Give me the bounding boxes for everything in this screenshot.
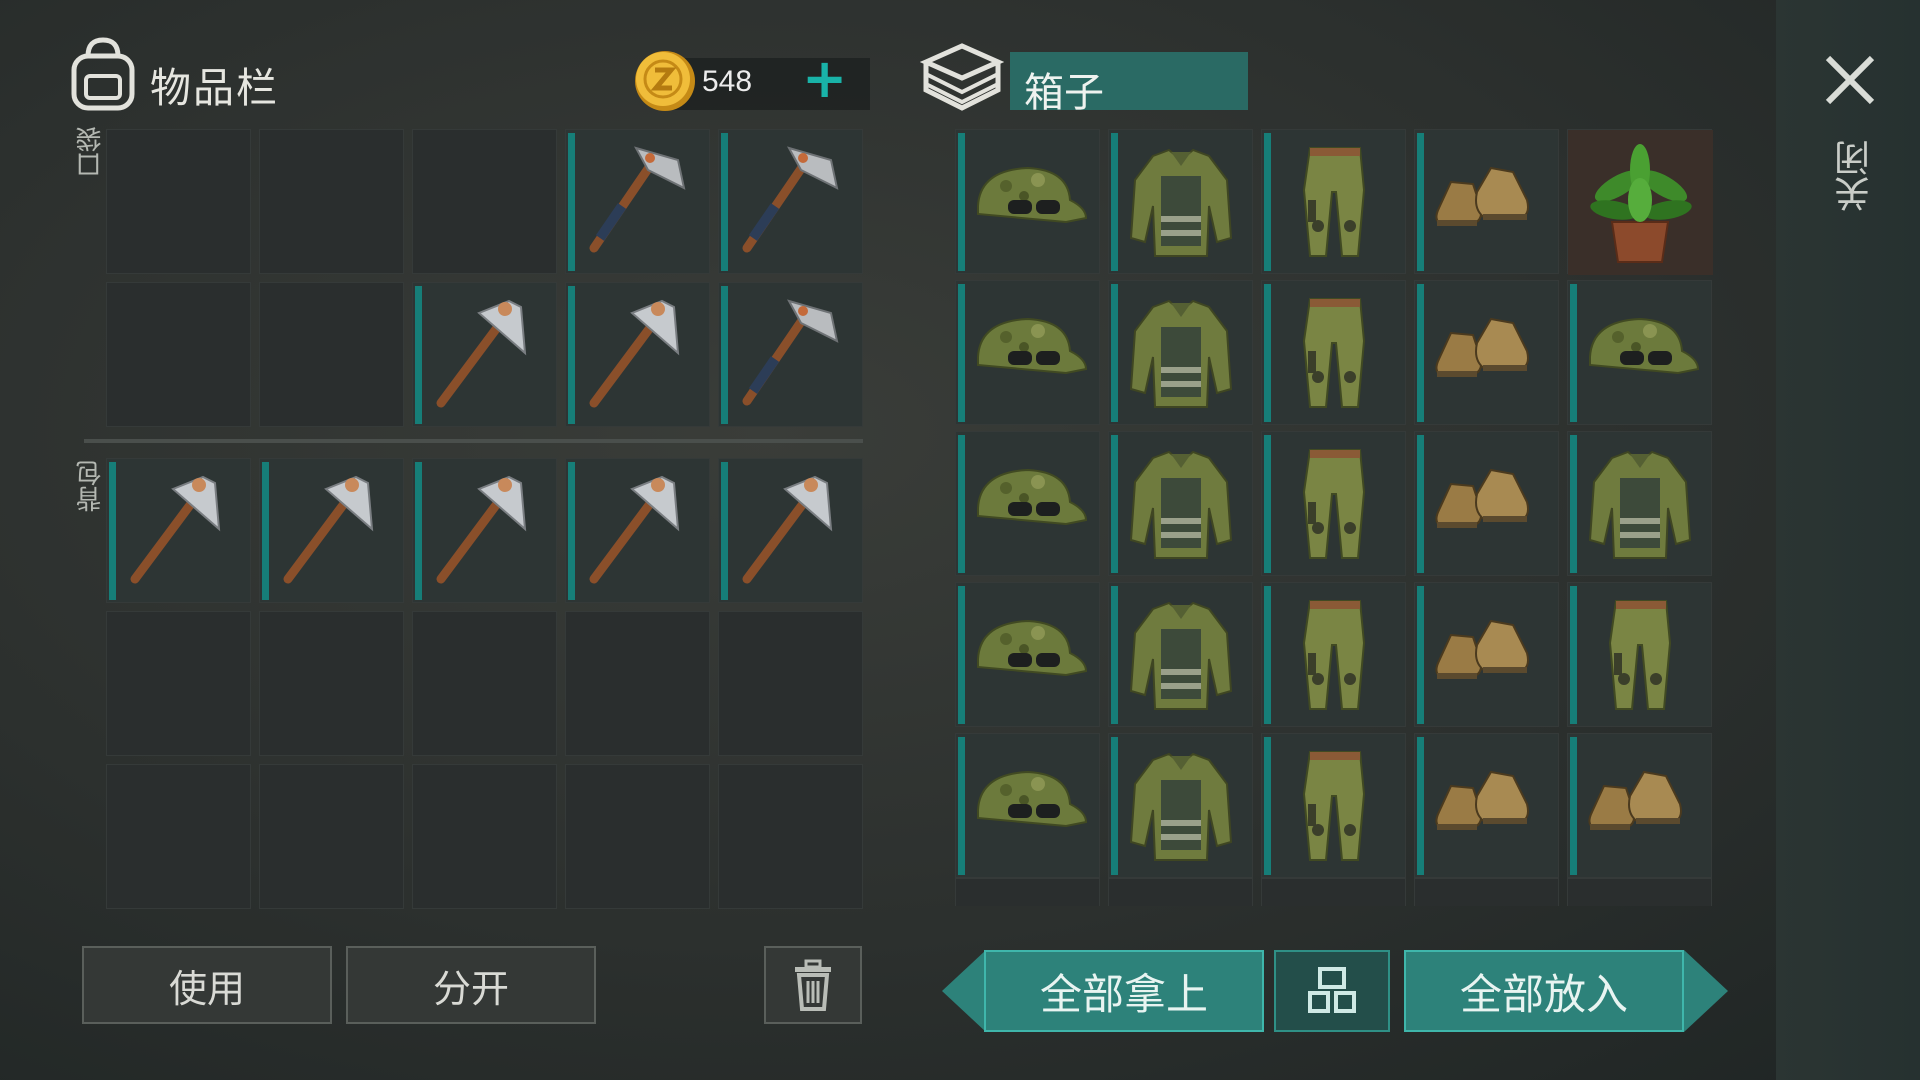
pocket-slot[interactable]: [718, 129, 863, 274]
pocket-slot[interactable]: [106, 282, 251, 427]
backpack-slot[interactable]: [412, 764, 557, 909]
box-slot[interactable]: [1108, 280, 1253, 425]
box-slot[interactable]: [1108, 582, 1253, 727]
box-slot[interactable]: [955, 733, 1100, 878]
box-slot[interactable]: [1261, 129, 1406, 274]
box-slot[interactable]: [1108, 733, 1253, 878]
section-divider: [84, 439, 863, 443]
close-label[interactable]: 关闭: [1830, 140, 1882, 212]
z-coin-icon: [635, 51, 695, 111]
backpack-slot[interactable]: [718, 611, 863, 756]
box-slot[interactable]: [1414, 280, 1559, 425]
pocket-slot[interactable]: [412, 282, 557, 427]
use-button[interactable]: 使用: [82, 946, 332, 1024]
add-currency-button[interactable]: +: [802, 52, 847, 106]
sort-button[interactable]: [1274, 950, 1390, 1032]
box-slot[interactable]: [1567, 582, 1712, 727]
pocket-slot[interactable]: [412, 129, 557, 274]
trash-icon: [795, 959, 831, 1011]
box-slot[interactable]: [1414, 582, 1559, 727]
box-slot[interactable]: [1414, 431, 1559, 576]
backpack-slot[interactable]: [106, 611, 251, 756]
trash-button[interactable]: [764, 946, 862, 1024]
box-slot[interactable]: [1414, 129, 1559, 274]
backpack-slot[interactable]: [412, 458, 557, 603]
pocket-slot[interactable]: [565, 282, 710, 427]
grid-sort-icon: [1308, 967, 1356, 1013]
box-slot[interactable]: [955, 582, 1100, 727]
box-slot[interactable]: [955, 129, 1100, 274]
box-grid: [955, 129, 1713, 878]
box-slot[interactable]: [1567, 733, 1712, 878]
backpack-slot[interactable]: [106, 458, 251, 603]
pocket-slot[interactable]: [565, 129, 710, 274]
pocket-slot[interactable]: [259, 282, 404, 427]
box-slot[interactable]: [1261, 733, 1406, 878]
box-slot[interactable]: [1414, 878, 1559, 906]
take-all-button[interactable]: 全部拿上: [984, 950, 1264, 1032]
backpack-slot[interactable]: [259, 611, 404, 756]
backpack-slot[interactable]: [259, 458, 404, 603]
inventory-header: 物品栏 548 +: [66, 36, 870, 126]
box-slot[interactable]: [955, 280, 1100, 425]
box-slot[interactable]: [1414, 733, 1559, 878]
put-all-button[interactable]: 全部放入: [1404, 950, 1684, 1032]
backpack-slot[interactable]: [259, 764, 404, 909]
box-slot[interactable]: [1108, 129, 1253, 274]
box-slot[interactable]: [1261, 582, 1406, 727]
close-icon[interactable]: [1820, 50, 1880, 110]
box-slot[interactable]: [1567, 129, 1713, 275]
backpack-slot[interactable]: [718, 764, 863, 909]
backpack-slot[interactable]: [718, 458, 863, 603]
box-slot[interactable]: [955, 878, 1100, 906]
currency-amount: 548: [702, 65, 753, 98]
box-icon: [920, 43, 1004, 111]
currency-display: 548 +: [632, 48, 870, 112]
pocket-label: 口袋: [76, 126, 106, 178]
backpack-slot[interactable]: [565, 611, 710, 756]
inventory-title: 物品栏: [150, 64, 279, 112]
pocket-slot[interactable]: [106, 129, 251, 274]
box-slot[interactable]: [1261, 431, 1406, 576]
backpack-slot[interactable]: [412, 611, 557, 756]
box-slot[interactable]: [1567, 878, 1712, 906]
box-slot[interactable]: [1261, 878, 1406, 906]
pocket-slot[interactable]: [259, 129, 404, 274]
box-slot[interactable]: [1108, 431, 1253, 576]
backpack-slot[interactable]: [565, 458, 710, 603]
backpack-label: 背包: [76, 460, 106, 512]
box-slot[interactable]: [955, 431, 1100, 576]
box-slot[interactable]: [1567, 431, 1712, 576]
pocket-slot[interactable]: [718, 282, 863, 427]
box-slot[interactable]: [1261, 280, 1406, 425]
split-button[interactable]: 分开: [346, 946, 596, 1024]
box-title: 箱子: [1024, 70, 1104, 116]
backpack-slot[interactable]: [565, 764, 710, 909]
box-grid-next-row[interactable]: [955, 878, 1712, 906]
backpack-slot[interactable]: [106, 764, 251, 909]
take-all-arrow: [942, 950, 986, 1032]
box-slot[interactable]: [1108, 878, 1253, 906]
pocket-grid: [106, 129, 863, 427]
backpack-icon: [71, 37, 135, 111]
backpack-grid: [106, 458, 863, 909]
put-all-arrow: [1684, 950, 1728, 1032]
box-slot[interactable]: [1567, 280, 1712, 425]
